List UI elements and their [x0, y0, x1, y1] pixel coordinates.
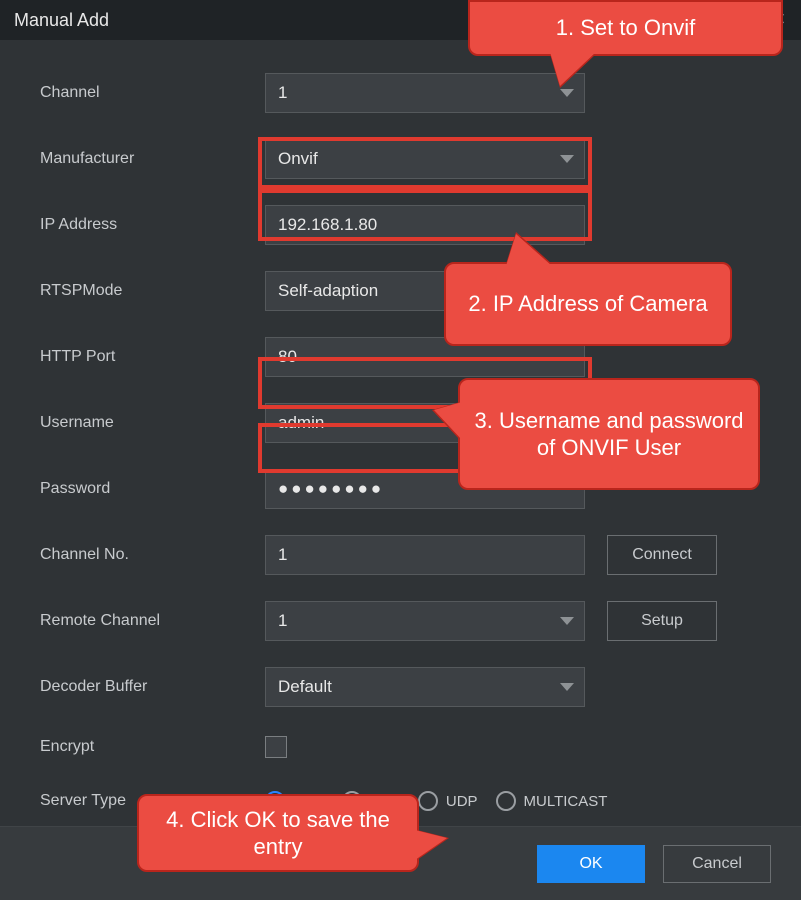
callout-tail-icon	[434, 402, 462, 440]
remote-channel-value: 1	[278, 611, 287, 631]
encrypt-checkbox[interactable]	[265, 736, 287, 758]
channel-no-field[interactable]	[265, 535, 585, 575]
decoder-buffer-select[interactable]: Default	[265, 667, 585, 707]
callout-2: 2. IP Address of Camera	[444, 262, 732, 346]
manufacturer-select[interactable]: Onvif	[265, 139, 585, 179]
callout-4-text: 4. Click OK to save the entry	[149, 806, 407, 861]
radio-label-multicast: MULTICAST	[524, 793, 608, 810]
setup-button[interactable]: Setup	[607, 601, 717, 641]
label-manufacturer: Manufacturer	[40, 150, 265, 168]
radio-label-udp: UDP	[446, 793, 478, 810]
dialog-title: Manual Add	[14, 10, 109, 31]
connect-button[interactable]: Connect	[607, 535, 717, 575]
ok-button[interactable]: OK	[537, 845, 645, 883]
chevron-down-icon	[560, 89, 574, 97]
label-ip: IP Address	[40, 216, 265, 234]
callout-1-text: 1. Set to Onvif	[556, 14, 695, 42]
radio-udp[interactable]: UDP	[418, 791, 478, 811]
callout-3: 3. Username and password of ONVIF User	[458, 378, 760, 490]
label-http: HTTP Port	[40, 348, 265, 366]
callout-3-text: 3. Username and password of ONVIF User	[470, 407, 748, 462]
password-value: ●●●●●●●●	[278, 479, 384, 499]
rtsp-value: Self-adaption	[278, 281, 378, 301]
label-encrypt: Encrypt	[40, 738, 265, 756]
callout-tail-icon	[415, 830, 447, 860]
label-decoder-buffer: Decoder Buffer	[40, 678, 265, 696]
label-rtsp: RTSPMode	[40, 282, 265, 300]
radio-icon	[418, 791, 438, 811]
callout-2-text: 2. IP Address of Camera	[468, 290, 707, 318]
label-password: Password	[40, 480, 265, 498]
callout-1: 1. Set to Onvif	[468, 0, 783, 56]
chevron-down-icon	[560, 617, 574, 625]
label-channel: Channel	[40, 84, 265, 102]
radio-icon	[496, 791, 516, 811]
decoder-buffer-value: Default	[278, 677, 332, 697]
label-remote-channel: Remote Channel	[40, 612, 265, 630]
radio-multicast[interactable]: MULTICAST	[496, 791, 608, 811]
channel-value: 1	[278, 83, 287, 103]
callout-tail-icon	[506, 234, 552, 266]
label-username: Username	[40, 414, 265, 432]
cancel-button[interactable]: Cancel	[663, 845, 771, 883]
callout-4: 4. Click OK to save the entry	[137, 794, 419, 872]
remote-channel-select[interactable]: 1	[265, 601, 585, 641]
channel-no-input[interactable]	[278, 536, 572, 574]
manufacturer-value: Onvif	[278, 149, 318, 169]
chevron-down-icon	[560, 683, 574, 691]
channel-select[interactable]: 1	[265, 73, 585, 113]
chevron-down-icon	[560, 155, 574, 163]
callout-tail-icon	[550, 52, 596, 86]
label-channel-no: Channel No.	[40, 546, 265, 564]
